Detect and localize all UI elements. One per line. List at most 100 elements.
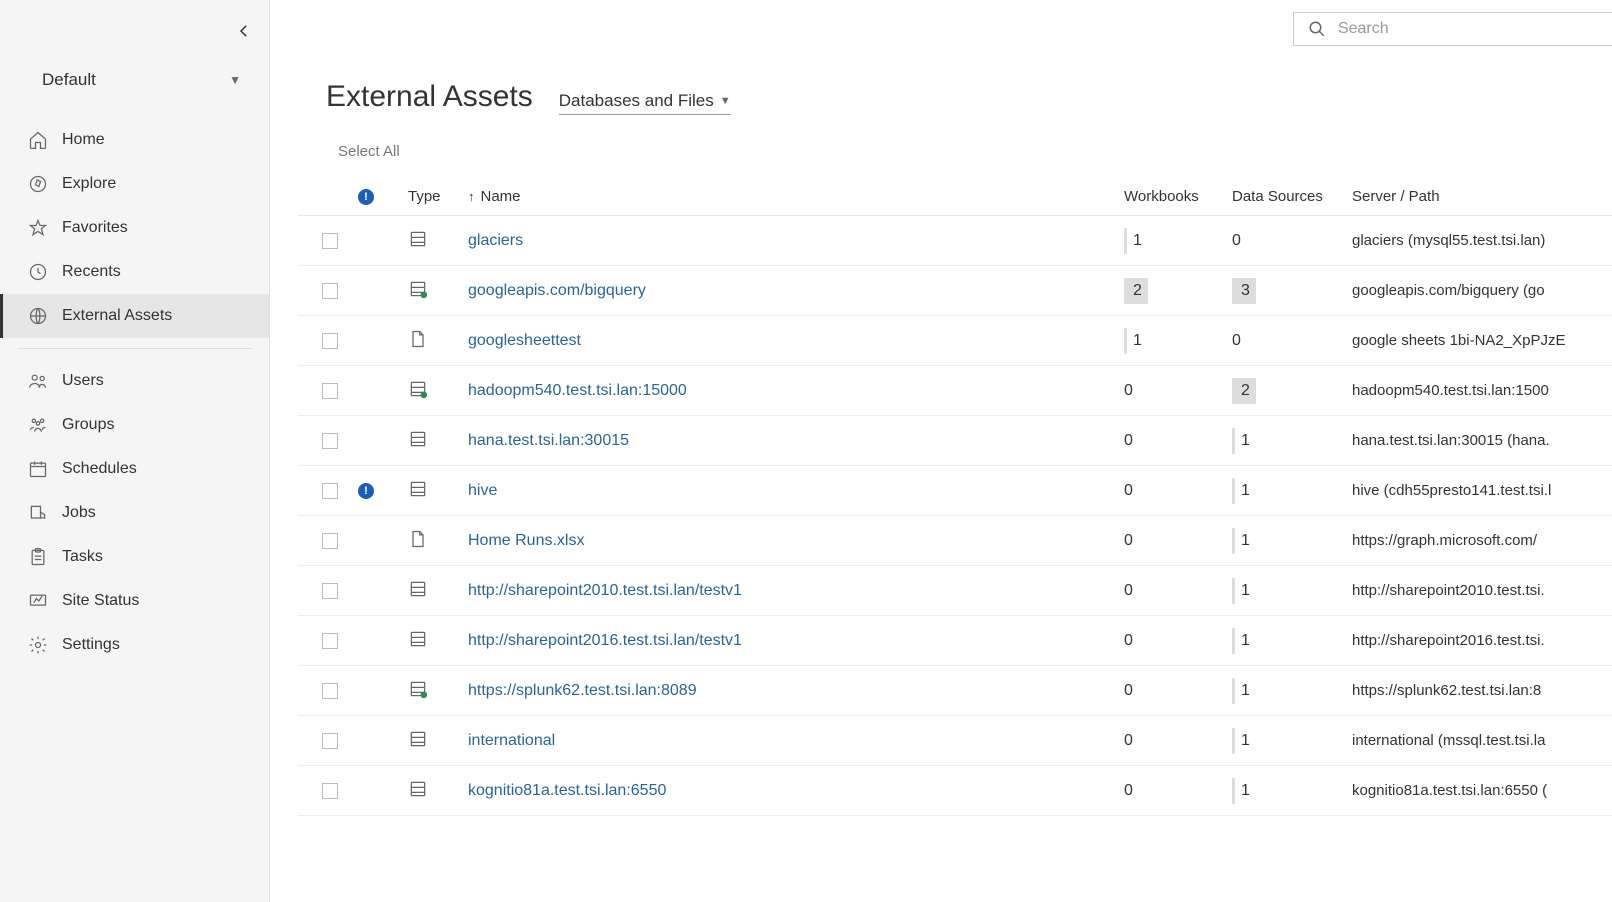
nav-users[interactable]: Users	[0, 359, 269, 403]
clock-icon	[28, 262, 48, 282]
datasources-count: 1	[1232, 528, 1256, 554]
asset-name-link[interactable]: https://splunk62.test.tsi.lan:8089	[468, 682, 697, 700]
row-checkbox[interactable]	[322, 433, 338, 449]
workbooks-count: 0	[1124, 478, 1146, 504]
nav-jobs[interactable]: Jobs	[0, 491, 269, 535]
row-checkbox[interactable]	[322, 383, 338, 399]
workbooks-count: 1	[1124, 228, 1148, 254]
row-checkbox[interactable]	[322, 583, 338, 599]
caret-down-icon: ▼	[720, 95, 731, 107]
datasources-count: 2	[1232, 378, 1256, 404]
asset-name-link[interactable]: http://sharepoint2016.test.tsi.lan/testv…	[468, 632, 742, 650]
nav-external-assets[interactable]: External Assets	[0, 294, 269, 338]
asset-name-link[interactable]: googleapis.com/bigquery	[468, 282, 646, 300]
table-row: international 0 1 international (mssql.test…	[298, 716, 1612, 766]
table-row: kognitio81a.test.tsi.lan:6550 0 1 kognitio8…	[298, 766, 1612, 816]
asset-name-link[interactable]: http://sharepoint2010.test.tsi.lan/testv…	[468, 582, 742, 600]
workbooks-count: 0	[1124, 378, 1146, 404]
row-checkbox[interactable]	[322, 233, 338, 249]
asset-name-link[interactable]: hana.test.tsi.lan:30015	[468, 432, 629, 450]
type-icon	[408, 228, 468, 254]
asset-name-link[interactable]: hive	[468, 482, 497, 500]
sidebar: Default ▼ Home Explore Favorites Recents	[0, 0, 270, 902]
row-checkbox[interactable]	[322, 633, 338, 649]
server-path: glaciers (mysql55.test.tsi.lan)	[1352, 232, 1612, 249]
nav-explore[interactable]: Explore	[0, 162, 269, 206]
asset-name-link[interactable]: googlesheettest	[468, 332, 581, 350]
datasources-count: 0	[1232, 228, 1254, 254]
calendar-icon	[28, 459, 48, 479]
search-input[interactable]	[1338, 20, 1598, 38]
col-alert-header[interactable]: !	[358, 189, 408, 205]
nav-label: Users	[62, 372, 104, 390]
row-checkbox[interactable]	[322, 283, 338, 299]
row-checkbox[interactable]	[322, 333, 338, 349]
alert-icon: !	[358, 483, 374, 499]
content-type-filter[interactable]: Databases and Files ▼	[559, 91, 731, 115]
datasources-count: 1	[1232, 478, 1256, 504]
nav-home[interactable]: Home	[0, 118, 269, 162]
server-path: https://splunk62.test.tsi.lan:8	[1352, 682, 1612, 699]
col-name-header[interactable]: ↑Name	[468, 188, 1124, 205]
star-icon	[28, 218, 48, 238]
table-row: glaciers 1 0 glaciers (mysql55.test.tsi.lan…	[298, 216, 1612, 266]
row-checkbox[interactable]	[322, 783, 338, 799]
server-path: http://sharepoint2010.test.tsi.	[1352, 582, 1612, 599]
col-type-header[interactable]: Type	[408, 188, 468, 205]
nav-site-status[interactable]: Site Status	[0, 579, 269, 623]
search-icon	[1308, 19, 1326, 39]
nav-recents[interactable]: Recents	[0, 250, 269, 294]
search-box[interactable]	[1293, 12, 1612, 46]
nav-label: Favorites	[62, 219, 128, 237]
status-icon	[28, 591, 48, 611]
type-icon	[408, 578, 468, 604]
server-path: kognitio81a.test.tsi.lan:6550 (	[1352, 782, 1612, 799]
table-row: https://splunk62.test.tsi.lan:808901http…	[298, 666, 1612, 716]
workbooks-count: 0	[1124, 578, 1146, 604]
nav-label: Home	[62, 131, 105, 149]
col-workbooks-header[interactable]: Workbooks	[1124, 188, 1232, 205]
nav-favorites[interactable]: Favorites	[0, 206, 269, 250]
row-checkbox[interactable]	[322, 733, 338, 749]
workbooks-count: 0	[1124, 778, 1146, 804]
asset-name-link[interactable]: kognitio81a.test.tsi.lan:6550	[468, 782, 666, 800]
workbooks-count: 0	[1124, 428, 1146, 454]
datasources-count: 1	[1232, 728, 1256, 754]
datasources-count: 0	[1232, 328, 1254, 354]
nav-settings[interactable]: Settings	[0, 623, 269, 667]
type-icon	[408, 778, 468, 804]
datasources-count: 1	[1232, 578, 1256, 604]
table-row: hana.test.tsi.lan:3001501hana.test.tsi.l…	[298, 416, 1612, 466]
alert-icon: !	[358, 189, 374, 205]
sidebar-collapse-button[interactable]	[0, 12, 269, 50]
type-icon	[408, 478, 468, 504]
nav-tasks[interactable]: Tasks	[0, 535, 269, 579]
workbooks-count: 0	[1124, 728, 1146, 754]
filter-label: Databases and Files	[559, 91, 714, 111]
table-row: googleapis.com/bigquery23googleapis.com/…	[298, 266, 1612, 316]
select-all-link[interactable]: Select All	[298, 125, 1612, 178]
site-selector[interactable]: Default ▼	[0, 50, 269, 118]
page-header: External Assets Databases and Files ▼	[270, 46, 1612, 125]
nav-schedules[interactable]: Schedules	[0, 447, 269, 491]
server-path: hive (cdh55presto141.test.tsi.l	[1352, 482, 1612, 499]
asset-name-link[interactable]: glaciers	[468, 232, 523, 250]
row-checkbox[interactable]	[322, 533, 338, 549]
asset-name-link[interactable]: international	[468, 732, 555, 750]
asset-name-link[interactable]: Home Runs.xlsx	[468, 532, 584, 550]
asset-name-link[interactable]: hadoopm540.test.tsi.lan:15000	[468, 382, 687, 400]
col-serverpath-header[interactable]: Server / Path	[1352, 188, 1612, 205]
row-checkbox[interactable]	[322, 683, 338, 699]
users-icon	[28, 371, 48, 391]
server-path: international (mssql.test.tsi.la	[1352, 732, 1612, 749]
type-icon	[408, 328, 468, 354]
row-checkbox[interactable]	[322, 483, 338, 499]
globe-icon	[28, 306, 48, 326]
workbooks-count: 1	[1124, 328, 1148, 354]
datasources-count: 1	[1232, 778, 1256, 804]
type-icon	[408, 678, 468, 704]
nav-groups[interactable]: Groups	[0, 403, 269, 447]
page-title: External Assets	[326, 80, 533, 114]
col-datasources-header[interactable]: Data Sources	[1232, 188, 1352, 205]
type-icon	[408, 278, 468, 304]
